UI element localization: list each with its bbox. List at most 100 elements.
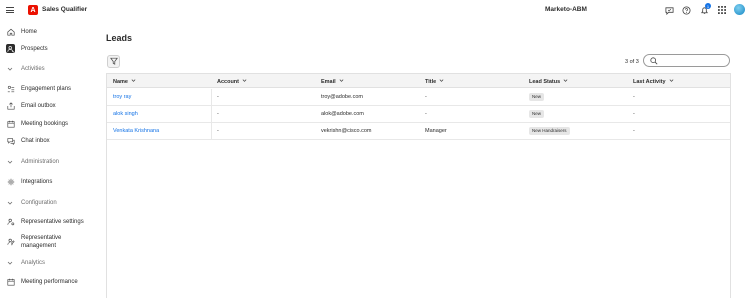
column-divider <box>211 89 212 106</box>
sidebar-item-representative-management[interactable]: Representative management <box>0 234 100 250</box>
feedback-icon[interactable] <box>664 5 674 15</box>
chat-icon <box>6 136 15 145</box>
workspace-name[interactable]: Marketo-ABM <box>545 6 587 13</box>
column-label: Last Activity <box>633 78 666 85</box>
section-title: Administration <box>21 159 60 165</box>
gear-icon <box>6 177 15 186</box>
chevron-down-icon <box>7 200 13 208</box>
lead-name-link[interactable]: alok singh <box>113 111 138 117</box>
column-label: Name <box>113 78 128 85</box>
column-header-title[interactable]: Title <box>425 78 444 85</box>
column-label: Title <box>425 78 437 85</box>
user-settings-icon <box>6 217 15 226</box>
email-cell: troy@adobe.com <box>321 94 363 100</box>
sidebar-item-label: Prospects <box>21 45 48 52</box>
email-cell: vekrishn@cisco.com <box>321 128 372 134</box>
search-field[interactable] <box>643 54 730 67</box>
column-label: Account <box>217 78 239 85</box>
chevron-down-icon <box>339 78 344 85</box>
search-input[interactable] <box>662 56 726 66</box>
sidebar-item-label: Home <box>21 28 38 35</box>
calendar-icon <box>6 119 15 128</box>
chevron-down-icon <box>563 78 568 85</box>
title-cell: Manager <box>425 128 447 134</box>
engagement-icon <box>6 84 15 93</box>
user-management-icon <box>6 237 15 246</box>
table-row[interactable]: troy ray - troy@adobe.com - New - <box>107 89 730 106</box>
column-header-last-activity[interactable]: Last Activity <box>633 78 674 85</box>
sidebar: Home Prospects Activities Engagement pla… <box>0 20 100 298</box>
column-label: Lead Status <box>529 78 561 85</box>
column-header-account[interactable]: Account <box>217 78 247 85</box>
sidebar-item-home[interactable]: Home <box>0 27 100 36</box>
section-title: Analytics <box>21 260 46 266</box>
menu-icon[interactable] <box>6 6 14 14</box>
sidebar-item-integrations[interactable]: Integrations <box>0 177 100 186</box>
sidebar-item-label: Meeting performance <box>21 278 78 285</box>
chevron-down-icon <box>7 260 13 268</box>
table-row[interactable]: alok singh - alok@adobe.com - New - <box>107 106 730 123</box>
last-activity-cell: - <box>633 111 635 117</box>
avatar[interactable] <box>734 4 745 15</box>
sidebar-item-meeting-performance[interactable]: Meeting performance <box>0 277 100 286</box>
column-divider <box>211 123 212 140</box>
page-title: Leads <box>106 33 133 43</box>
filter-icon <box>109 57 118 67</box>
home-icon <box>6 27 15 36</box>
sidebar-item-label: Engagement plans <box>21 85 72 92</box>
app-title: Sales Qualifier <box>42 6 88 13</box>
title-cell: - <box>425 111 427 117</box>
notification-badge: 1 <box>705 3 711 9</box>
account-cell: - <box>217 128 219 134</box>
table-row[interactable]: Venkata Krishnana - vekrishn@cisco.com M… <box>107 123 730 140</box>
chevron-down-icon <box>439 78 444 85</box>
result-count: 3 of 3 <box>625 59 639 65</box>
column-header-name[interactable]: Name <box>113 78 136 85</box>
lead-name-link[interactable]: troy ray <box>113 94 131 100</box>
sidebar-item-label: Email outbox <box>21 102 56 109</box>
section-title: Activities <box>21 66 45 72</box>
chevron-down-icon <box>131 78 136 85</box>
column-header-lead-status[interactable]: Lead Status <box>529 78 568 85</box>
column-label: Email <box>321 78 336 85</box>
filter-button[interactable] <box>107 55 120 68</box>
column-divider <box>211 106 212 123</box>
help-icon[interactable] <box>681 5 691 15</box>
chevron-down-icon <box>7 159 13 167</box>
apps-grid-icon[interactable] <box>717 5 727 15</box>
adobe-logo: A <box>28 5 38 15</box>
status-badge: New <box>529 110 545 118</box>
sidebar-item-representative-settings[interactable]: Representative settings <box>0 217 100 226</box>
search-icon <box>650 57 658 67</box>
column-header-email[interactable]: Email <box>321 78 344 85</box>
bell-icon[interactable]: 1 <box>699 3 711 15</box>
last-activity-cell: - <box>633 94 635 100</box>
sidebar-item-prospects[interactable]: Prospects <box>0 44 100 53</box>
leads-table: Name Account Email Title Lead Status Las… <box>106 73 731 298</box>
status-badge: New <box>529 93 545 101</box>
sidebar-item-engagement-plans[interactable]: Engagement plans <box>0 84 100 93</box>
table-header: Name Account Email Title Lead Status Las… <box>107 74 730 88</box>
outbox-icon <box>6 101 15 110</box>
sidebar-item-chat-inbox[interactable]: Chat inbox <box>0 136 100 145</box>
sidebar-item-label: Meeting bookings <box>21 120 69 127</box>
title-cell: - <box>425 94 427 100</box>
last-activity-cell: - <box>633 128 635 134</box>
main-content: Leads 3 of 3 Name Account Email Title Le… <box>100 20 750 298</box>
sidebar-item-label: Representative settings <box>21 218 84 225</box>
sidebar-item-meeting-bookings[interactable]: Meeting bookings <box>0 119 100 128</box>
account-cell: - <box>217 94 219 100</box>
prospects-icon <box>6 44 15 53</box>
section-title: Configuration <box>21 200 57 206</box>
top-bar: A Sales Qualifier Marketo-ABM 1 <box>0 0 750 20</box>
sidebar-item-label: Representative management <box>21 235 62 249</box>
chevron-down-icon <box>669 78 674 85</box>
sidebar-item-label: Chat inbox <box>21 137 50 144</box>
lead-name-link[interactable]: Venkata Krishnana <box>113 128 159 134</box>
calendar-icon <box>6 277 15 286</box>
email-cell: alok@adobe.com <box>321 111 364 117</box>
sidebar-item-email-outbox[interactable]: Email outbox <box>0 101 100 110</box>
chevron-down-icon <box>7 66 13 74</box>
chevron-down-icon <box>242 78 247 85</box>
account-cell: - <box>217 111 219 117</box>
